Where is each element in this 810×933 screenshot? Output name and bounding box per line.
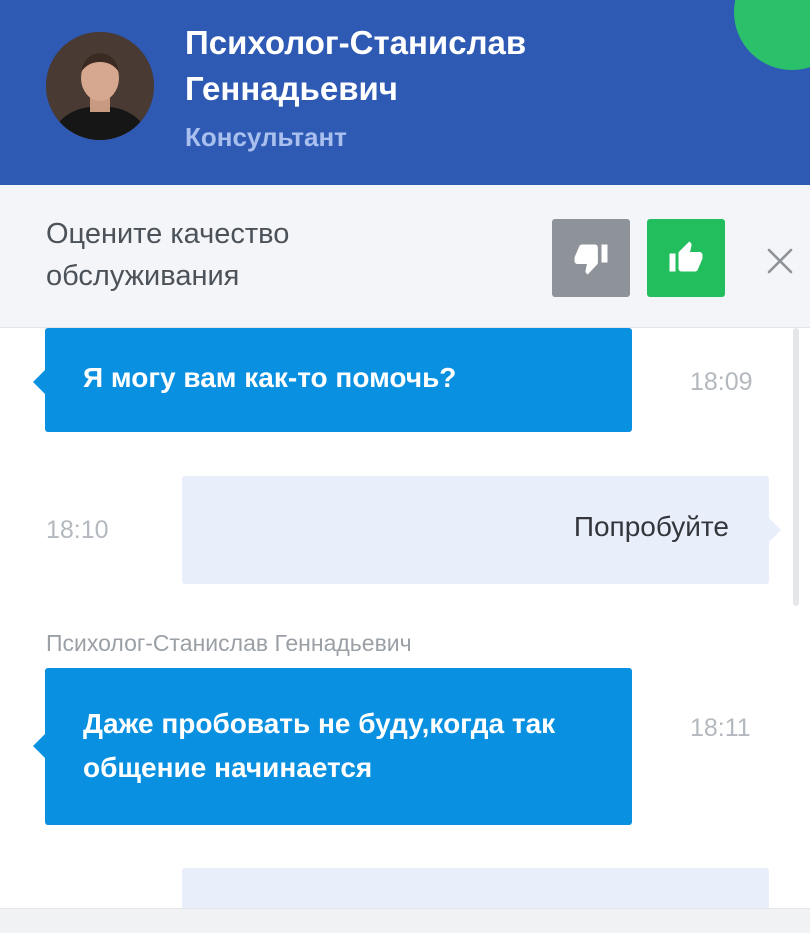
rating-bar: Оцените качество обслуживания [0, 185, 810, 328]
message-list-scrollbar[interactable] [793, 328, 799, 606]
message-list[interactable]: Я могу вам как-то помочь? 18:09 18:10 По… [0, 328, 810, 908]
agent-avatar [46, 32, 154, 140]
message-sender-name: Психолог-Станислав Геннадьевич [46, 630, 412, 656]
thumbs-down-icon [574, 244, 608, 275]
message-text: Попробуйте [573, 511, 729, 542]
agent-name: Психолог-Станислав Геннадьевич [185, 24, 527, 107]
chat-header: Психолог-Станислав Геннадьевич Консульта… [0, 0, 810, 185]
online-status-indicator [734, 0, 810, 70]
chat-footer [0, 908, 810, 933]
close-icon [767, 248, 793, 274]
message-bubble-outgoing: Попробуйте [182, 476, 781, 584]
rating-prompt: Оцените качество обслуживания [46, 218, 290, 292]
message-time: 18:10 [46, 516, 109, 544]
message-text: Я могу вам как-то помочь? [83, 362, 457, 393]
message-time: 18:09 [690, 368, 753, 396]
close-rating-button[interactable] [760, 241, 800, 281]
bubble-tail [33, 734, 45, 758]
dislike-button[interactable] [552, 219, 630, 297]
message-time: 18:11 [690, 714, 751, 742]
message-bubble-outgoing-partial [182, 868, 769, 908]
message-bubble-incoming: Я могу вам как-то помочь? [33, 328, 632, 432]
bubble-tail [33, 370, 45, 394]
message-bubble-incoming: Даже пробовать не буду,когда так общение… [33, 668, 632, 825]
bubble-tail [769, 518, 781, 542]
agent-role: Консультант [185, 122, 347, 152]
like-button[interactable] [647, 219, 725, 297]
thumbs-up-icon [669, 241, 703, 272]
message-text: Даже пробовать не буду,когда так общение… [83, 708, 556, 783]
